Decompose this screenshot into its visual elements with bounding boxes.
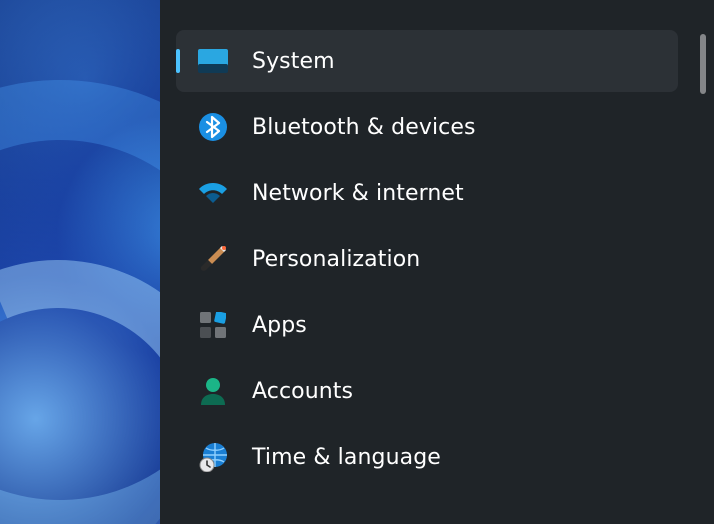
system-icon: [198, 46, 228, 76]
nav-item-label: Network & internet: [252, 181, 464, 206]
bluetooth-icon: [198, 112, 228, 142]
settings-nav-list: System Bluetooth & devices Network & int…: [176, 30, 678, 488]
nav-item-bluetooth-devices[interactable]: Bluetooth & devices: [176, 96, 678, 158]
nav-item-label: Personalization: [252, 247, 420, 272]
wifi-icon: [198, 178, 228, 208]
nav-item-system[interactable]: System: [176, 30, 678, 92]
nav-item-label: System: [252, 49, 335, 74]
nav-item-time-language[interactable]: Time & language: [176, 426, 678, 488]
nav-item-accounts[interactable]: Accounts: [176, 360, 678, 422]
nav-item-apps[interactable]: Apps: [176, 294, 678, 356]
apps-icon: [198, 310, 228, 340]
nav-item-label: Accounts: [252, 379, 353, 404]
settings-nav-panel: System Bluetooth & devices Network & int…: [160, 0, 714, 524]
person-icon: [198, 376, 228, 406]
globe-clock-icon: [198, 442, 228, 472]
nav-item-personalization[interactable]: Personalization: [176, 228, 678, 290]
nav-item-label: Apps: [252, 313, 307, 338]
nav-item-label: Time & language: [252, 445, 441, 470]
scrollbar-thumb[interactable]: [700, 34, 706, 94]
paintbrush-icon: [198, 244, 228, 274]
nav-item-network-internet[interactable]: Network & internet: [176, 162, 678, 224]
nav-item-label: Bluetooth & devices: [252, 115, 476, 140]
